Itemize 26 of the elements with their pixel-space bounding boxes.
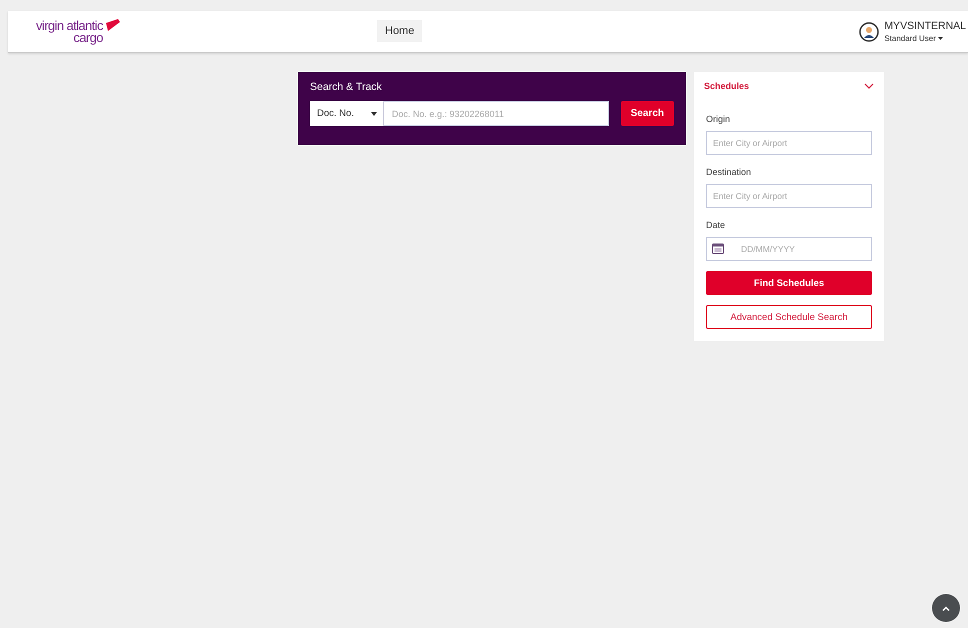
find-schedules-button[interactable]: Find Schedules [706,271,872,295]
doc-number-field[interactable]: Doc. No. e.g.: 93202268011 [384,101,609,126]
chevron-up-icon [942,606,950,610]
doc-type-select[interactable]: Doc. No. [310,101,384,126]
field-label: Origin [706,114,732,124]
advanced-search-button[interactable]: Advanced Schedule Search [706,305,872,329]
search-button[interactable]: Search [620,101,674,126]
flag-logo-icon [104,19,120,31]
logo-text: virgin atlantic [36,20,103,32]
nav-tab[interactable]: Home [377,20,422,42]
avatar-icon [859,22,880,42]
scroll-top-button[interactable] [932,594,960,622]
date-field[interactable]: DD/MM/YYYY [706,237,872,261]
logo-text: cargo [73,32,103,44]
calendar-icon [712,243,724,254]
location-field[interactable]: Enter City or Airport [706,131,872,155]
field-label: Date [706,220,726,230]
location-field[interactable]: Enter City or Airport [706,184,872,208]
panel-title: Search & Track [310,81,383,93]
user-name: MYVSINTERNAL [884,20,966,32]
schedules-toggle[interactable]: Schedules [694,72,884,94]
caret-icon [370,112,377,116]
user-role-menu[interactable]: Standard User [884,34,966,43]
field-label: Destination [706,167,752,177]
chevron-icon [864,83,874,89]
caret-icon [938,37,943,40]
